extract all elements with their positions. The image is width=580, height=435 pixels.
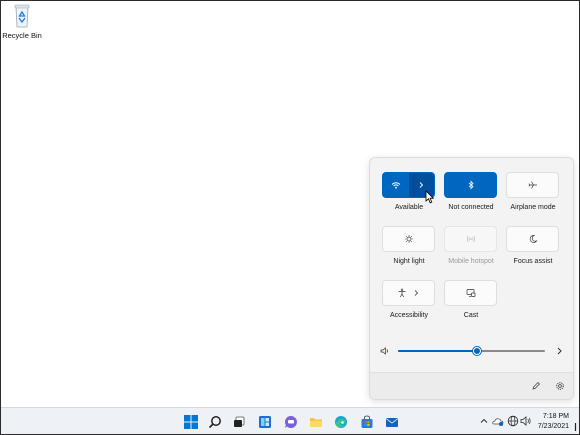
quick-settings-panel: Available Not connected Airplane mode Ni… — [369, 157, 574, 400]
chat-icon — [284, 415, 297, 428]
bluetooth-label: Not connected — [448, 204, 494, 211]
night-light-label: Night light — [393, 258, 425, 265]
taskbar: 7:18 PM 7/23/2021 — [1, 407, 579, 434]
search-button[interactable] — [205, 412, 225, 431]
windows-start-icon — [184, 414, 198, 429]
show-hidden-icons-button[interactable] — [478, 415, 490, 427]
onedrive-icon — [492, 418, 504, 426]
store-icon — [361, 415, 373, 428]
recycle-bin-icon — [14, 4, 30, 28]
focus-assist-tile[interactable] — [506, 226, 559, 252]
chat-button[interactable] — [281, 412, 301, 431]
gear-icon[interactable] — [555, 381, 565, 391]
bluetooth-icon — [468, 180, 474, 190]
chevron-right-icon — [414, 290, 418, 296]
task-view-icon — [234, 416, 245, 427]
widgets-icon — [259, 415, 271, 428]
file-explorer-button[interactable] — [306, 412, 326, 431]
mobile-hotspot-label: Mobile hotspot — [448, 258, 494, 265]
volume-tray-button[interactable] — [520, 415, 532, 427]
volume-thumb[interactable] — [473, 347, 482, 355]
network-icon — [507, 415, 519, 427]
accessibility-icon — [398, 288, 405, 298]
desktop-icon-recycle-bin[interactable]: Recycle Bin — [2, 3, 42, 45]
network-tray-button[interactable] — [507, 415, 519, 427]
chevron-right-icon[interactable] — [554, 346, 564, 356]
brightness-icon — [404, 235, 413, 243]
mouse-cursor-icon — [425, 190, 435, 204]
wifi-label: Available — [394, 204, 424, 211]
task-view-button[interactable] — [229, 412, 249, 431]
volume-icon — [520, 416, 531, 426]
clock-date: 7/23/2021 — [537, 423, 569, 430]
speaker-icon[interactable] — [380, 346, 390, 356]
store-button[interactable] — [357, 412, 377, 431]
cast-tile[interactable] — [444, 280, 497, 306]
airplane-icon — [528, 181, 537, 189]
mail-icon — [385, 417, 399, 427]
night-light-tile[interactable] — [382, 226, 435, 252]
widgets-button[interactable] — [255, 412, 275, 431]
volume-slider[interactable] — [380, 343, 565, 359]
desktop-icon-label: Recycle Bin — [2, 31, 42, 40]
accessibility-label: Accessibility — [389, 312, 429, 319]
show-desktop-icon — [574, 423, 577, 431]
hotspot-icon — [466, 235, 475, 243]
chevron-right-icon — [419, 182, 424, 188]
cast-icon — [466, 289, 475, 297]
airplane-mode-tile[interactable] — [506, 172, 559, 198]
pencil-icon[interactable] — [531, 381, 541, 391]
airplane-mode-label: Airplane mode — [510, 204, 556, 211]
search-icon — [208, 415, 221, 428]
wifi-toggle[interactable] — [383, 173, 409, 197]
clock-button[interactable]: 7:18 PM 7/23/2021 — [538, 412, 569, 432]
edge-button[interactable] — [331, 412, 351, 431]
show-desktop-button[interactable] — [574, 418, 577, 431]
mail-button[interactable] — [382, 412, 402, 431]
accessibility-tile[interactable] — [382, 280, 435, 306]
chevron-up-icon — [480, 418, 488, 423]
edge-icon — [335, 415, 347, 428]
mobile-hotspot-tile[interactable] — [444, 226, 497, 252]
cast-label: Cast — [463, 312, 479, 319]
volume-fill — [398, 350, 478, 352]
onedrive-tray-button[interactable] — [492, 415, 504, 427]
start-button[interactable] — [181, 412, 201, 431]
bluetooth-tile[interactable] — [444, 172, 497, 198]
focus-assist-label: Focus assist — [513, 258, 553, 265]
wifi-icon — [391, 182, 401, 189]
quick-settings-footer — [370, 372, 573, 399]
clock-time: 7:18 PM — [542, 413, 569, 420]
file-explorer-icon — [310, 417, 322, 427]
moon-icon — [529, 235, 538, 243]
